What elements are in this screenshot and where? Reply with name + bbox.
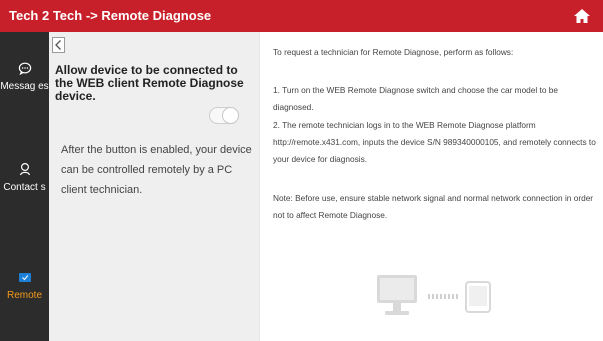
sidebar-item-contacts[interactable]: Contact s xyxy=(0,162,49,193)
back-button[interactable] xyxy=(52,37,65,53)
home-icon xyxy=(574,9,590,23)
settings-panel: Allow device to be connected to the WEB … xyxy=(49,32,259,341)
setting-description: After the button is enabled, your device… xyxy=(61,144,252,196)
contact-person-icon xyxy=(19,162,30,176)
sidebar-item-messages[interactable]: Messag es xyxy=(0,62,49,92)
home-button[interactable] xyxy=(567,5,597,27)
sidebar-item-label: Remote xyxy=(6,290,42,301)
instructions-panel: To request a technician for Remote Diagn… xyxy=(259,32,603,341)
note-text: Note: Before use, ensure stable network … xyxy=(273,193,594,221)
intro-text: To request a technician for Remote Diagn… xyxy=(273,47,514,57)
remote-diagnose-toggle[interactable] xyxy=(209,107,239,124)
sidebar-item-label: Messag es xyxy=(0,81,49,92)
page-title: Tech 2 Tech -> Remote Diagnose xyxy=(9,8,212,23)
step-item: 2. The remote technician logs in to the … xyxy=(273,119,596,165)
step-item: 1. Turn on the WEB Remote Diagnose switc… xyxy=(273,85,559,113)
title-bar: Tech 2 Tech -> Remote Diagnose xyxy=(0,0,603,32)
computer-icon xyxy=(377,275,417,315)
steps-list: 1. Turn on the WEB Remote Diagnose switc… xyxy=(273,82,599,168)
toggle-knob xyxy=(222,107,239,124)
sidebar-item-label: Contact s xyxy=(3,182,46,193)
connection-illustration xyxy=(376,274,496,324)
sidebar-item-remote[interactable]: Remote xyxy=(0,272,49,301)
tablet-icon xyxy=(465,281,491,313)
connection-dots-icon xyxy=(428,294,458,299)
sidebar: Messag es Contact s Remote xyxy=(0,32,49,341)
setting-heading: Allow device to be connected to the WEB … xyxy=(55,63,244,103)
remote-icon xyxy=(18,273,31,282)
chat-bubble-icon xyxy=(18,62,31,76)
back-chevron-icon xyxy=(55,40,61,50)
